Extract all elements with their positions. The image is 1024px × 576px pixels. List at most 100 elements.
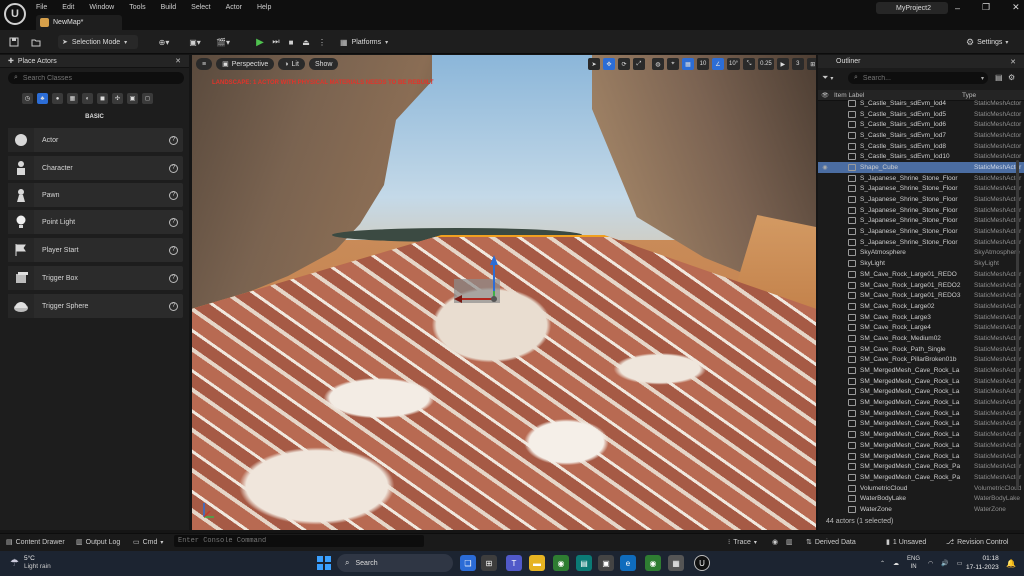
basic-icon[interactable]: ♣: [37, 93, 48, 104]
minimize-icon[interactable]: –: [955, 3, 960, 13]
record-icon[interactable]: ◉: [772, 536, 778, 548]
outliner-row[interactable]: SkyAtmosphere SkyAtmosphere: [818, 248, 1024, 259]
outliner-row[interactable]: S_Japanese_Shrine_Stone_Floor StaticMeshA…: [818, 173, 1024, 184]
perspective-button[interactable]: ▣ Perspective: [216, 58, 275, 70]
actor-item-trigger-sphere[interactable]: Trigger Sphere ?: [8, 294, 183, 318]
cinematics-button[interactable]: 🎬▾: [212, 35, 234, 49]
outliner-row[interactable]: S_Japanese_Shrine_Stone_Floor StaticMeshA…: [818, 194, 1024, 205]
outliner-row[interactable]: WaterZone WaterZone: [818, 504, 1024, 515]
outliner-row[interactable]: SM_Cave_Rock_Large01_REDO3 StaticMeshActo…: [818, 290, 1024, 301]
outliner-row[interactable]: S_Japanese_Shrine_Stone_Floor StaticMeshA…: [818, 205, 1024, 216]
play-icon[interactable]: ▶: [254, 35, 266, 49]
add-actor-button[interactable]: ⊕▾: [153, 35, 175, 49]
search-classes-input[interactable]: [22, 74, 173, 82]
cloud-icon[interactable]: ☁: [893, 560, 899, 567]
actor-item-character[interactable]: Character ?: [8, 156, 183, 180]
translate-tool-icon[interactable]: ✥: [603, 58, 615, 70]
save-icon[interactable]: [8, 35, 20, 49]
viewport-menu-button[interactable]: ≡: [196, 58, 213, 70]
outliner-row[interactable]: SM_MergedMesh_Cave_Rock_La StaticMeshActo…: [818, 408, 1024, 419]
edge-icon[interactable]: e: [620, 555, 636, 571]
transform-gizmo[interactable]: [446, 253, 510, 313]
unreal-engine-icon[interactable]: U: [694, 555, 710, 571]
outliner-row[interactable]: SM_Cave_Rock_Medium02 StaticMeshActor: [818, 333, 1024, 344]
show-button[interactable]: Show: [308, 58, 339, 70]
notification-icon[interactable]: 🔔: [1003, 555, 1019, 571]
weather-widget[interactable]: ☂ 5°C Light rain: [10, 555, 51, 571]
level-viewport[interactable]: LANDSCAPE: 1 ACTOR WITH PHYSICAL MATERIA…: [192, 55, 816, 530]
all-classes-icon[interactable]: ▣: [127, 93, 138, 104]
gear-icon[interactable]: ⚙: [1008, 73, 1015, 82]
store-icon[interactable]: ▤: [576, 555, 592, 571]
outliner-row[interactable]: S_Japanese_Shrine_Stone_Floor StaticMeshA…: [818, 184, 1024, 195]
filter-button[interactable]: ⏷ ▾: [822, 73, 833, 83]
world-space-icon[interactable]: ◍: [652, 58, 664, 70]
chrome-profile-icon[interactable]: ◉: [645, 555, 661, 571]
camera-speed-value[interactable]: 3: [791, 58, 804, 70]
file-explorer-icon[interactable]: ▬: [529, 555, 545, 571]
clock[interactable]: 01:18 17-11-2023: [966, 554, 999, 572]
actor-item-player-start[interactable]: Player Start ?: [8, 238, 183, 262]
close-icon[interactable]: ✕: [175, 57, 181, 65]
unsaved-button[interactable]: ▮ 1 Unsaved: [886, 536, 926, 548]
menu-build[interactable]: Build: [161, 4, 177, 11]
settings-button[interactable]: ⚙ Settings ▾: [966, 35, 1008, 49]
teams-icon[interactable]: T: [506, 555, 522, 571]
blueprints-button[interactable]: ▣▾: [184, 35, 206, 49]
eject-icon[interactable]: ⏏: [300, 35, 312, 49]
scale-snap-icon[interactable]: ⤡: [743, 58, 756, 70]
chrome-icon[interactable]: ◉: [553, 555, 569, 571]
volume-icon[interactable]: 🔊: [941, 560, 948, 567]
chevron-up-icon[interactable]: ⌃: [880, 560, 885, 567]
outliner-row[interactable]: SM_MergedMesh_Cave_Rock_La StaticMeshActo…: [818, 376, 1024, 387]
actor-item-point-light[interactable]: Point Light ?: [8, 210, 183, 234]
shapes-icon[interactable]: ◻: [142, 93, 153, 104]
more-icon[interactable]: ⋮: [316, 35, 328, 49]
task-view-icon[interactable]: ❑: [460, 555, 476, 571]
visual-effects-icon[interactable]: ◐: [82, 93, 93, 104]
layout-icon[interactable]: ▥: [786, 536, 793, 548]
volumes-icon[interactable]: ✣: [112, 93, 123, 104]
console-command-input[interactable]: [178, 537, 418, 545]
outliner-row[interactable]: SkyLight SkyLight: [818, 258, 1024, 269]
outliner-row[interactable]: S_Castle_Stairs_sdEvm_lod10 StaticMeshAct…: [818, 151, 1024, 162]
search-classes-field[interactable]: ⌕: [8, 72, 184, 84]
close-icon[interactable]: ✕: [1012, 2, 1020, 13]
outliner-row[interactable]: S_Castle_Stairs_sdEvm_lod8 StaticMeshActo…: [818, 141, 1024, 152]
skip-icon[interactable]: ⏭: [270, 35, 282, 49]
restore-icon[interactable]: ❐: [982, 2, 990, 13]
derived-data-button[interactable]: ⇅ Derived Data: [806, 536, 856, 548]
outliner-row[interactable]: SM_Cave_Rock_Large01_REDO2 StaticMeshActo…: [818, 280, 1024, 291]
grid-size[interactable]: 10: [697, 58, 709, 70]
help-icon[interactable]: ?: [169, 245, 178, 255]
grid-snap-icon[interactable]: ▦: [682, 58, 694, 70]
outliner-row[interactable]: SM_Cave_Rock_Path_Single StaticMeshActor: [818, 344, 1024, 355]
actor-item-actor[interactable]: Actor ?: [8, 128, 183, 152]
windows-start-icon[interactable]: [316, 555, 332, 571]
menu-tools[interactable]: Tools: [129, 4, 145, 11]
scale-tool-icon[interactable]: ⤢: [633, 58, 645, 70]
output-log-button[interactable]: ▥ Output Log: [76, 536, 120, 548]
outliner-search-input[interactable]: [862, 74, 973, 82]
battery-icon[interactable]: ▭: [957, 560, 963, 567]
select-tool-icon[interactable]: ➤: [588, 58, 600, 70]
cmd-dropdown[interactable]: ▭ Cmd ▾: [133, 536, 163, 548]
outliner-row[interactable]: S_Japanese_Shrine_Stone_Floor StaticMeshA…: [818, 216, 1024, 227]
language-indicator[interactable]: ENG IN: [907, 555, 920, 571]
outliner-row[interactable]: ◉ Shape_Cube StaticMeshActor: [818, 162, 1024, 173]
outliner-row[interactable]: SM_MergedMesh_Cave_Rock_Pa StaticMeshActo…: [818, 461, 1024, 472]
outliner-scrollbar[interactable]: [1016, 160, 1019, 490]
scale-snap-value[interactable]: 0.25: [758, 58, 774, 70]
outliner-row[interactable]: SM_Cave_Rock_Large4 StaticMeshActor: [818, 322, 1024, 333]
wifi-icon[interactable]: ◠: [928, 560, 933, 567]
trace-button[interactable]: ⁝ Trace ▾: [728, 536, 757, 548]
recent-icon[interactable]: ◷: [22, 93, 33, 104]
help-icon[interactable]: ?: [169, 273, 178, 283]
outliner-row[interactable]: S_Japanese_Shrine_Stone_Floor StaticMeshA…: [818, 226, 1024, 237]
visibility-eye-icon[interactable]: ◉: [818, 164, 832, 171]
actor-item-trigger-box[interactable]: Trigger Box ?: [8, 266, 183, 290]
surface-snap-icon[interactable]: ⌖: [667, 58, 679, 70]
photos-icon[interactable]: ▦: [668, 555, 684, 571]
menu-edit[interactable]: Edit: [62, 4, 74, 11]
help-icon[interactable]: ?: [169, 217, 178, 227]
